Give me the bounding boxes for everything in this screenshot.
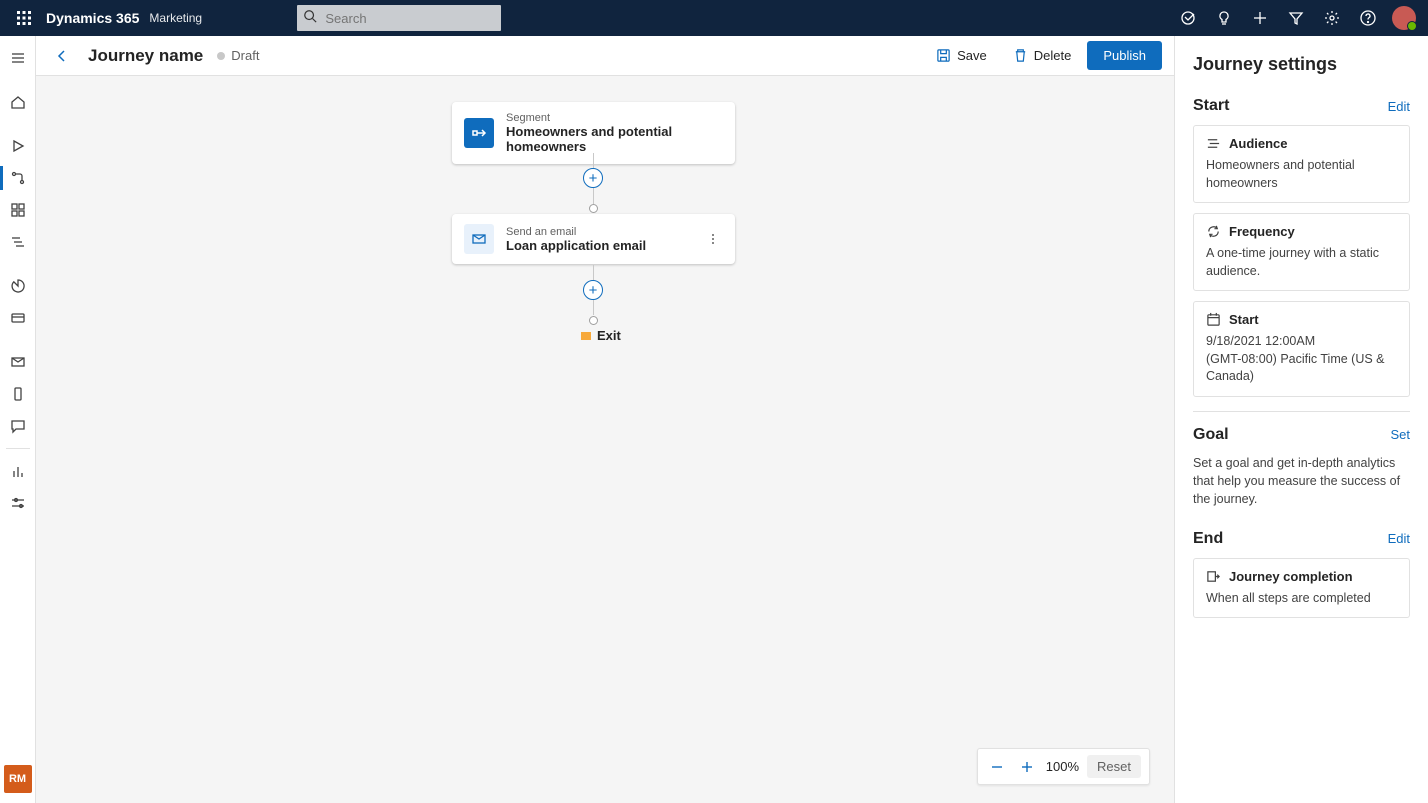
start-heading: Start: [1193, 97, 1229, 115]
connector-node-2: [589, 316, 598, 325]
lightbulb-icon[interactable]: [1208, 0, 1240, 36]
status-chip: Draft: [217, 48, 259, 63]
audience-card[interactable]: Audience Homeowners and potential homeow…: [1193, 125, 1410, 203]
rail-card-icon[interactable]: [0, 302, 36, 334]
rail-bars-icon[interactable]: [0, 455, 36, 487]
connector-node: [589, 204, 598, 213]
app-subtitle: Marketing: [149, 11, 202, 25]
start-edit-link[interactable]: Edit: [1388, 99, 1410, 114]
filter-icon[interactable]: [1280, 0, 1312, 36]
segment-title: Homeowners and potential homeowners: [506, 124, 723, 154]
search-input[interactable]: [297, 5, 501, 31]
rail-home-icon[interactable]: [0, 86, 36, 118]
rail-chart-icon[interactable]: [0, 270, 36, 302]
assistant-icon[interactable]: [1172, 0, 1204, 36]
journey-canvas[interactable]: Segment Homeowners and potential homeown…: [36, 76, 1174, 803]
page-title: Journey name: [88, 46, 203, 66]
save-label: Save: [957, 48, 987, 63]
help-icon[interactable]: [1352, 0, 1384, 36]
settings-icon[interactable]: [1316, 0, 1348, 36]
rail-device-icon[interactable]: [0, 378, 36, 410]
rail-mail-icon[interactable]: [0, 346, 36, 378]
publish-button[interactable]: Publish: [1087, 41, 1162, 70]
command-bar: Journey name Draft Save Delete Publish: [36, 36, 1174, 76]
rail-menu-icon[interactable]: [0, 42, 36, 74]
top-bar: Dynamics 365 Marketing: [0, 0, 1428, 36]
exit-node: Exit: [581, 328, 621, 343]
exit-label: Exit: [597, 328, 621, 343]
rail-chat-icon[interactable]: [0, 410, 36, 442]
frequency-label: Frequency: [1229, 224, 1295, 239]
zoom-level: 100%: [1046, 759, 1079, 774]
node-more-icon[interactable]: [703, 229, 723, 249]
end-edit-link[interactable]: Edit: [1388, 531, 1410, 546]
left-rail: RM: [0, 36, 36, 803]
rail-grid-icon[interactable]: [0, 194, 36, 226]
email-title: Loan application email: [506, 238, 646, 253]
add-icon[interactable]: [1244, 0, 1276, 36]
start-value-2: (GMT-08:00) Pacific Time (US & Canada): [1206, 351, 1397, 386]
completion-value: When all steps are completed: [1206, 590, 1397, 608]
start-label: Start: [1229, 312, 1259, 327]
email-type: Send an email: [506, 226, 646, 238]
email-icon: [464, 224, 494, 254]
start-card[interactable]: Start 9/18/2021 12:00AM (GMT-08:00) Paci…: [1193, 301, 1410, 397]
frequency-value: A one-time journey with a static audienc…: [1206, 245, 1397, 280]
rail-play-icon[interactable]: [0, 130, 36, 162]
audience-value: Homeowners and potential homeowners: [1206, 157, 1397, 192]
goal-heading: Goal: [1193, 426, 1229, 444]
zoom-reset-button[interactable]: Reset: [1087, 755, 1141, 778]
add-step-button[interactable]: +: [583, 168, 603, 188]
goal-set-link[interactable]: Set: [1390, 427, 1410, 442]
user-avatar[interactable]: [1392, 6, 1416, 30]
back-button[interactable]: [48, 42, 76, 70]
start-value-1: 9/18/2021 12:00AM: [1206, 333, 1397, 351]
rail-app-switcher[interactable]: RM: [4, 765, 32, 793]
zoom-control: 100% Reset: [977, 748, 1150, 785]
audience-label: Audience: [1229, 136, 1288, 151]
rail-flow-icon[interactable]: [0, 226, 36, 258]
panel-title: Journey settings: [1193, 54, 1410, 75]
segment-icon: [464, 118, 494, 148]
delete-button[interactable]: Delete: [1003, 42, 1082, 69]
zoom-out-button[interactable]: [986, 756, 1008, 778]
rail-sliders-icon[interactable]: [0, 487, 36, 519]
search-icon: [303, 9, 317, 28]
settings-panel: Journey settings Start Edit Audience Hom…: [1175, 36, 1428, 803]
completion-card[interactable]: Journey completion When all steps are co…: [1193, 558, 1410, 619]
goal-text: Set a goal and get in-depth analytics th…: [1193, 454, 1410, 508]
email-node[interactable]: Send an email Loan application email: [452, 214, 735, 264]
app-launcher-icon[interactable]: [8, 0, 40, 36]
completion-label: Journey completion: [1229, 569, 1353, 584]
end-heading: End: [1193, 530, 1223, 548]
rail-journey-icon[interactable]: [0, 162, 36, 194]
frequency-card[interactable]: Frequency A one-time journey with a stat…: [1193, 213, 1410, 291]
save-button[interactable]: Save: [926, 42, 997, 69]
segment-type: Segment: [506, 112, 723, 124]
zoom-in-button[interactable]: [1016, 756, 1038, 778]
flag-icon: [581, 332, 591, 340]
status-text: Draft: [231, 48, 259, 63]
add-step-button-2[interactable]: +: [583, 280, 603, 300]
app-name: Dynamics 365: [46, 10, 139, 26]
delete-label: Delete: [1034, 48, 1072, 63]
